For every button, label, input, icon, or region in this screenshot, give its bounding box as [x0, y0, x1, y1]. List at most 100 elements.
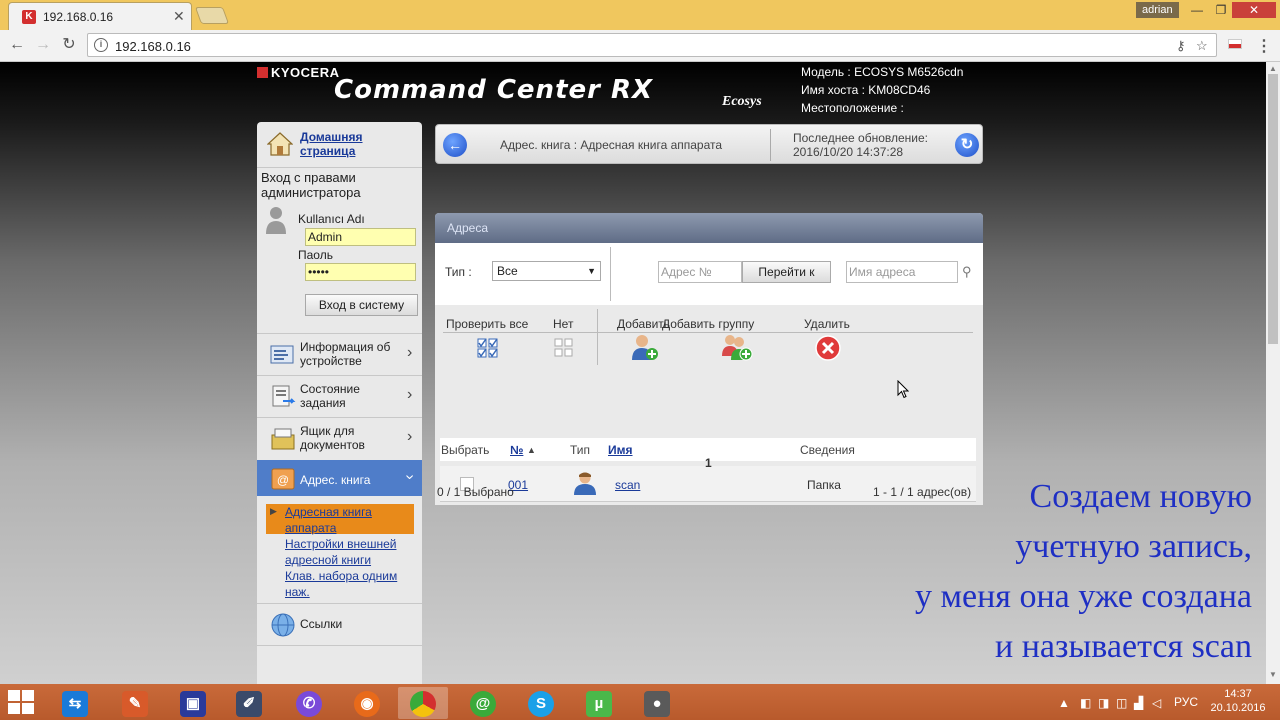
column-details: Сведения — [800, 443, 855, 457]
scroll-thumb[interactable] — [1268, 74, 1278, 344]
pagination-current-page[interactable]: 1 — [705, 456, 712, 470]
url-text[interactable]: 192.168.0.16 — [115, 39, 191, 54]
uncheck-all-icon[interactable] — [554, 338, 574, 358]
login-button[interactable]: Вход в систему — [305, 294, 418, 316]
submenu-external-address-book[interactable]: Настройки внешней адресной книги — [285, 536, 410, 568]
username-input[interactable]: Admin — [305, 228, 416, 246]
browser-menu-icon[interactable]: ⋮ — [1256, 36, 1272, 56]
tray-icon[interactable]: ◫ — [1116, 696, 1127, 710]
tray-icon[interactable]: ◨ — [1098, 696, 1109, 710]
type-select[interactable]: Все ▼ — [492, 261, 601, 281]
sidebar-item-label: Ссылки — [300, 617, 343, 631]
kyocera-logo: KYOCERA — [257, 65, 340, 80]
back-arrow-icon[interactable]: ← — [443, 133, 467, 157]
device-info-icon — [270, 345, 294, 364]
taskbar-firefox[interactable]: ◉ — [342, 687, 392, 719]
check-all-icon[interactable] — [477, 338, 499, 358]
profile-badge[interactable]: adrian — [1136, 2, 1179, 18]
forward-icon[interactable]: → — [32, 34, 54, 56]
chevron-down-icon: › — [401, 474, 419, 480]
kyocera-favicon-icon: K — [22, 10, 36, 24]
sidebar-item-links[interactable]: Ссылки — [257, 604, 422, 645]
taskbar-skype[interactable]: S — [516, 687, 566, 719]
back-icon[interactable]: ← — [6, 34, 28, 56]
taskbar-teamviewer[interactable]: ⇆ — [50, 687, 100, 719]
taskbar-mail-agent[interactable]: @ — [458, 687, 508, 719]
browser-toolbar: ← → ↻ i 192.168.0.16 ⚷ ☆ ⋮ — [0, 30, 1280, 62]
column-number-sort[interactable]: № — [510, 443, 523, 457]
sidebar-item-document-box[interactable]: Ящик для документов › — [257, 418, 422, 459]
address-name-input[interactable]: Имя адреса — [846, 261, 958, 283]
add-user-icon[interactable] — [630, 332, 660, 362]
tray-expand-icon[interactable]: ▲ — [1058, 696, 1070, 710]
taskbar-drawing-app[interactable]: ✐ — [224, 687, 274, 719]
add-group-icon[interactable] — [721, 332, 753, 362]
last-updated-label: Последнее обновление: — [793, 131, 928, 145]
job-status-icon — [272, 385, 296, 407]
paint-brush-icon: ✎ — [122, 691, 148, 717]
uncheck-all-label[interactable]: Нет — [553, 317, 573, 331]
clock-date: 20.10.2016 — [1210, 702, 1266, 714]
windows-start-icon[interactable] — [8, 690, 34, 714]
sidebar-item-device-info[interactable]: Информация об устройстве › — [257, 334, 422, 375]
caption-line: у меня она уже создана — [915, 578, 1252, 615]
key-icon[interactable]: ⚷ — [1176, 38, 1186, 54]
home-link-block[interactable]: Домашняя страница — [265, 129, 415, 165]
page-scrollbar[interactable]: ▲ ▼ — [1266, 62, 1280, 684]
check-all-label[interactable]: Проверить все — [446, 317, 528, 331]
password-input[interactable]: ••••• — [305, 263, 416, 281]
goto-button[interactable]: Перейти к — [742, 261, 831, 283]
utorrent-icon: µ — [586, 691, 612, 717]
delete-icon[interactable] — [815, 335, 841, 361]
taskbar-chrome[interactable] — [398, 687, 448, 719]
taskbar-clock[interactable]: 14:37 20.10.2016 — [1208, 687, 1268, 715]
address-number-input[interactable]: Адрес № — [658, 261, 742, 283]
sidebar-item-job-status[interactable]: Состояние задания › — [257, 376, 422, 417]
keyboard-language[interactable]: РУС — [1174, 695, 1198, 709]
taskbar-recorder[interactable]: ● — [632, 687, 682, 719]
delete-label[interactable]: Удалить — [804, 317, 850, 331]
clock-time: 14:37 — [1224, 688, 1252, 700]
taskbar-utorrent[interactable]: µ — [574, 687, 624, 719]
firefox-icon: ◉ — [354, 691, 380, 717]
maximize-button[interactable]: ❐ — [1208, 2, 1234, 18]
sidebar-item-address-book[interactable]: @ Адрес. книга › — [257, 460, 422, 496]
site-info-icon[interactable]: i — [94, 38, 108, 52]
last-updated-value: 2016/10/20 14:37:28 — [793, 145, 904, 159]
network-icon[interactable]: ▟ — [1134, 696, 1143, 710]
refresh-icon[interactable]: ↻ — [955, 133, 979, 157]
row-name-link[interactable]: scan — [615, 478, 640, 492]
submenu-one-touch-keys[interactable]: Клав. набора одним наж. — [285, 568, 410, 600]
reload-icon[interactable]: ↻ — [58, 34, 80, 56]
submenu-device-address-book[interactable]: Адресная книга аппарата — [285, 504, 410, 536]
new-tab-button[interactable] — [194, 7, 230, 24]
breadcrumb: Адрес. книга : Адресная книга аппарата — [500, 138, 723, 152]
volume-icon[interactable]: ◁ — [1152, 696, 1161, 710]
document-box-icon — [271, 428, 295, 450]
close-window-button[interactable]: ✕ — [1232, 2, 1276, 18]
links-globe-icon — [271, 613, 295, 637]
sidebar-item-label: Адрес. книга — [300, 473, 371, 487]
taskbar-save-app[interactable]: ▣ — [168, 687, 218, 719]
tray-icon[interactable]: ◧ — [1080, 696, 1091, 710]
extension-flag-icon[interactable] — [1228, 39, 1242, 49]
panel-header: Адреса — [435, 213, 983, 243]
tab-close-icon[interactable]: ✕ — [173, 8, 185, 25]
selected-count: 0 / 1 Выбрано — [437, 485, 514, 499]
search-icon[interactable]: ⚲ — [962, 264, 972, 280]
taskbar-viber[interactable]: ✆ — [284, 687, 334, 719]
browser-tab[interactable]: K 192.168.0.16 ✕ — [8, 2, 192, 30]
bookmark-star-icon[interactable]: ☆ — [1196, 38, 1208, 54]
sort-ascending-icon[interactable]: ▲ — [527, 445, 536, 455]
breadcrumb-bar: ← Адрес. книга : Адресная книга аппарата… — [435, 124, 983, 164]
add-group-label[interactable]: Добавить группу — [662, 317, 754, 331]
home-link[interactable]: Домашняя страница — [300, 130, 410, 158]
windows-taskbar: ⇆ ✎ ▣ ✐ ✆ ◉ @ S µ ● ▲ ◧ ◨ ◫ ▟ ◁ РУС 14:3… — [0, 684, 1280, 720]
taskbar-paint[interactable]: ✎ — [110, 687, 160, 719]
address-bar[interactable]: i 192.168.0.16 ⚷ ☆ — [87, 33, 1217, 57]
scroll-down-icon[interactable]: ▼ — [1269, 670, 1277, 679]
column-name-sort[interactable]: Имя — [608, 443, 633, 457]
minimize-button[interactable]: — — [1184, 2, 1210, 18]
sidebar-item-label: Состояние задания — [300, 382, 360, 410]
scroll-up-icon[interactable]: ▲ — [1269, 64, 1277, 73]
